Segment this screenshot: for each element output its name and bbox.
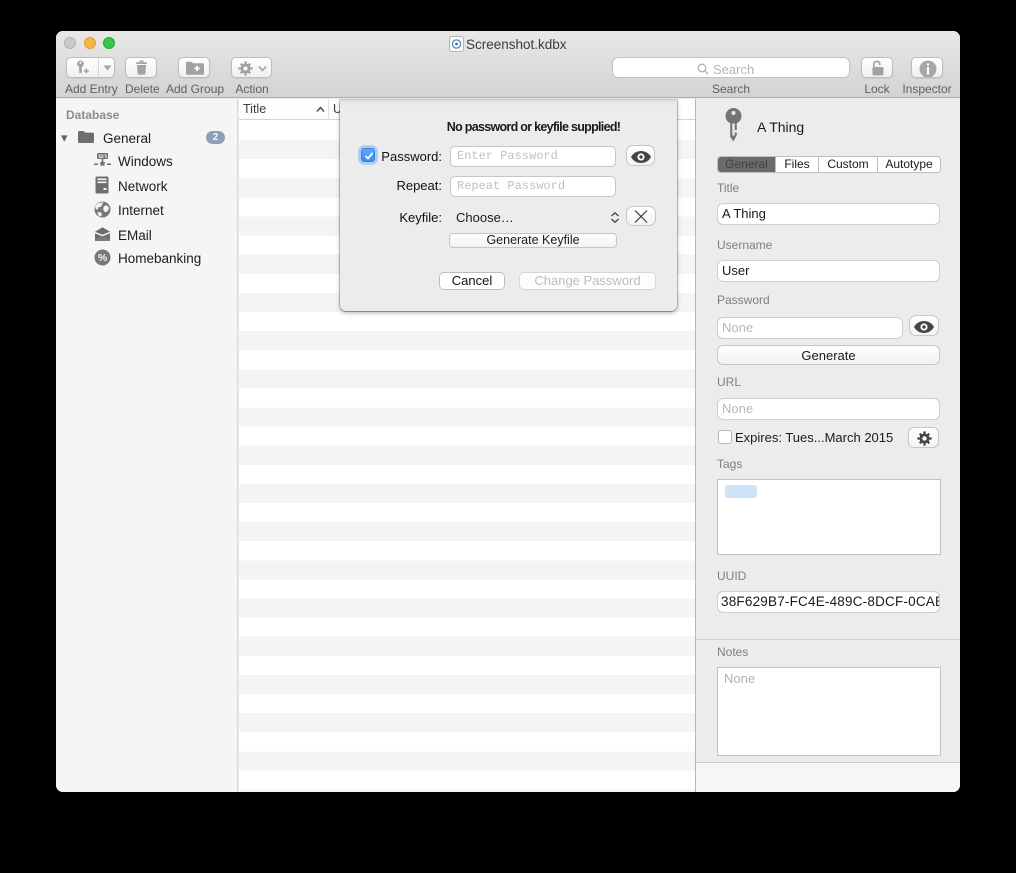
svg-text:%: % (98, 252, 108, 264)
